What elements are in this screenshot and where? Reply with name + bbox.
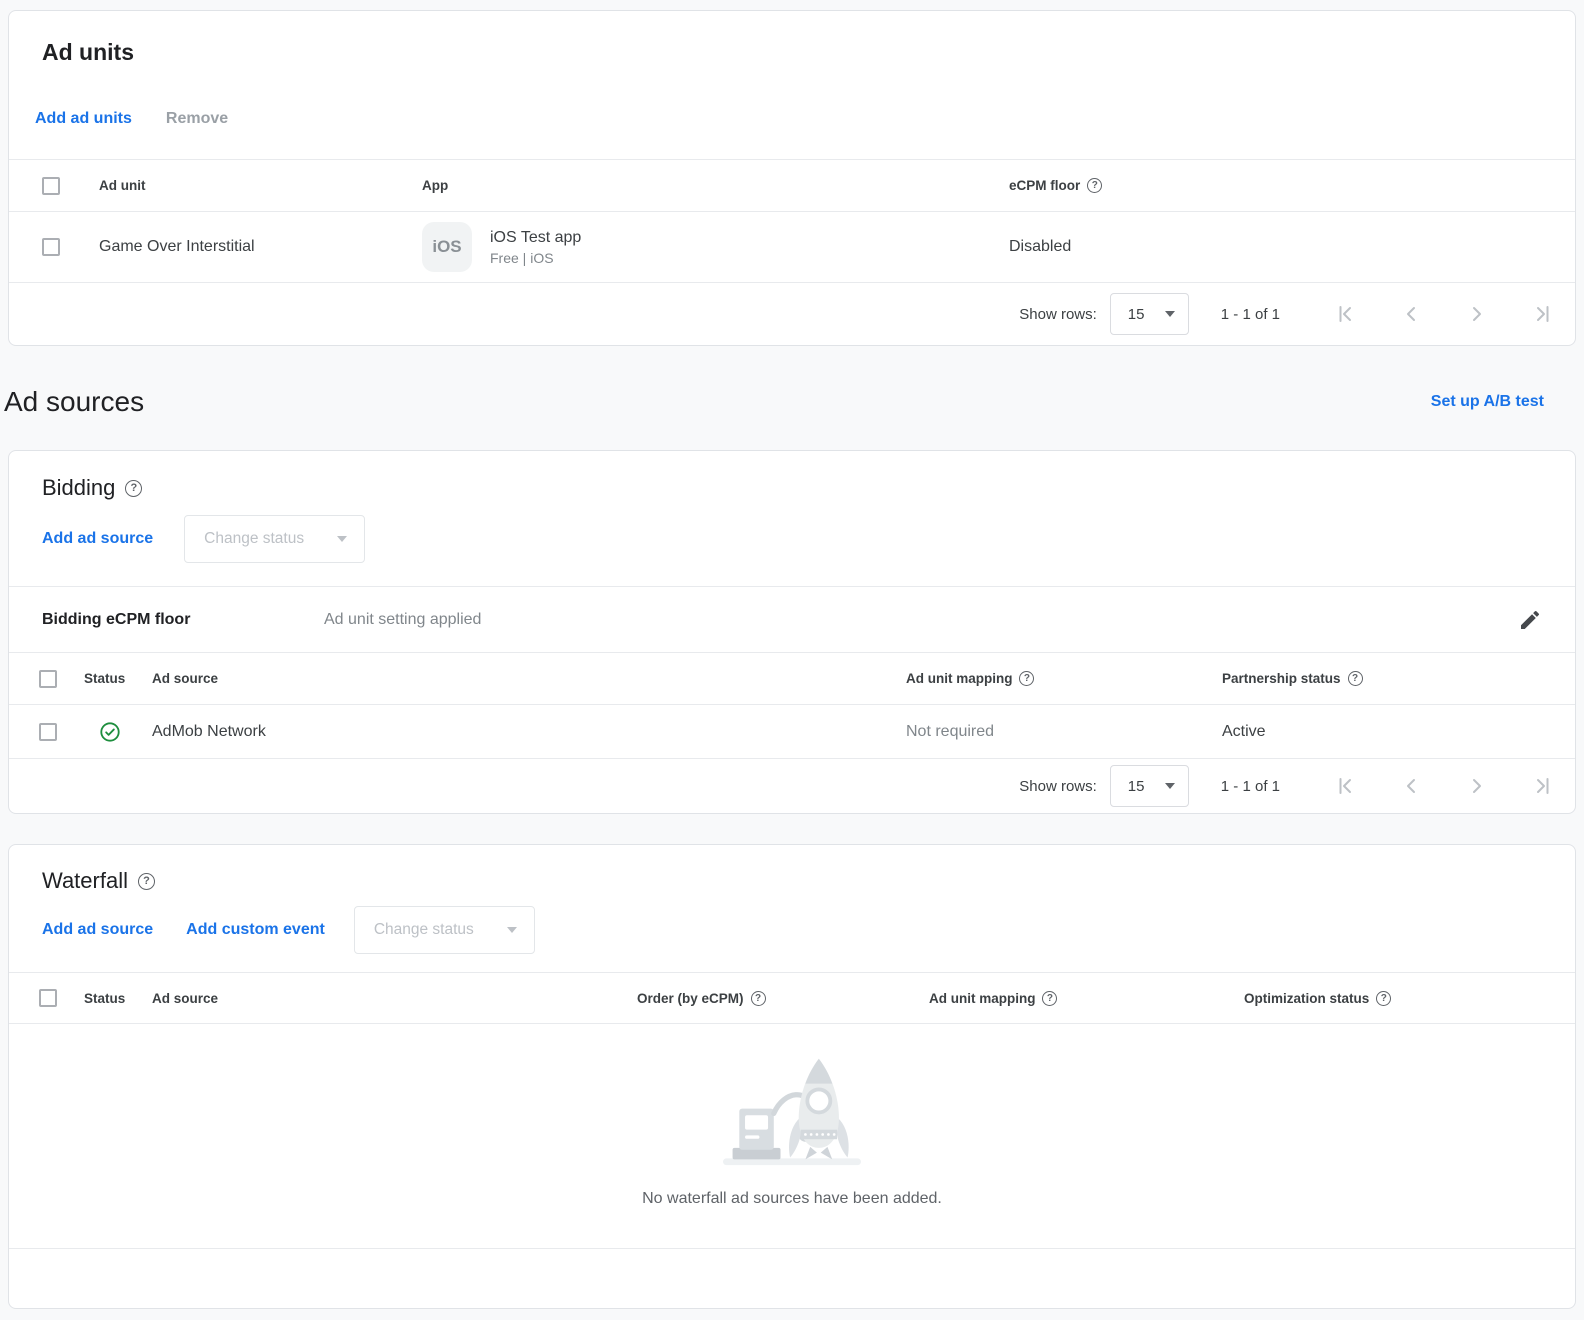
bidding-ad-unit-mapping-value: Not required xyxy=(906,723,1222,741)
col-ad-unit-mapping: Ad unit mapping xyxy=(929,991,1244,1006)
col-order-by-ecpm: Order (by eCPM) xyxy=(637,991,929,1006)
bidding-ecpm-floor-label: Bidding eCPM floor xyxy=(42,611,324,629)
bidding-ecpm-floor-row: Bidding eCPM floor Ad unit setting appli… xyxy=(9,586,1575,652)
bidding-ecpm-floor-value: Ad unit setting applied xyxy=(324,611,1518,629)
select-caret-icon xyxy=(1165,783,1175,789)
waterfall-help-icon[interactable] xyxy=(138,873,155,890)
app-name: iOS Test app xyxy=(490,229,581,247)
bidding-add-ad-source-button[interactable]: Add ad source xyxy=(42,530,153,548)
bidding-actions: Add ad source Change status xyxy=(9,515,1575,563)
order-help-icon[interactable] xyxy=(751,991,766,1006)
first-page-icon[interactable] xyxy=(1333,302,1357,326)
waterfall-table-header: Status Ad source Order (by eCPM) Ad unit… xyxy=(9,972,1575,1023)
optimization-status-help-icon[interactable] xyxy=(1376,991,1391,1006)
select-all-checkbox[interactable] xyxy=(42,177,60,195)
ad-units-actions: Add ad units Remove xyxy=(9,105,1575,133)
ad-units-pagination: Show rows: 15 1 - 1 of 1 xyxy=(9,282,1575,345)
waterfall-card: Waterfall Add ad source Add custom event… xyxy=(8,844,1576,1309)
ecpm-floor-value: Disabled xyxy=(1009,238,1575,256)
previous-page-icon[interactable] xyxy=(1399,774,1423,798)
ad-units-title: Ad units xyxy=(9,11,1575,66)
app-meta: Free | iOS xyxy=(490,250,581,266)
bidding-row-checkbox[interactable] xyxy=(39,723,57,741)
bidding-table-header: Status Ad source Ad unit mapping Partner… xyxy=(9,652,1575,704)
waterfall-title: Waterfall xyxy=(9,845,1575,895)
col-status: Status xyxy=(84,991,152,1006)
remove-button[interactable]: Remove xyxy=(166,110,228,128)
waterfall-empty-state: No waterfall ad sources have been added. xyxy=(9,1023,1575,1248)
col-ad-unit: Ad unit xyxy=(99,178,422,193)
ios-app-icon: iOS xyxy=(422,222,472,272)
last-page-icon[interactable] xyxy=(1531,302,1555,326)
chevron-down-icon xyxy=(337,536,347,542)
ecpm-floor-help-icon[interactable] xyxy=(1087,178,1102,193)
last-page-icon[interactable] xyxy=(1531,774,1555,798)
bidding-ad-source-name[interactable]: AdMob Network xyxy=(152,723,906,741)
ad-units-table-header: Ad unit App eCPM floor xyxy=(9,159,1575,211)
ad-units-card: Ad units Add ad units Remove Ad unit App… xyxy=(8,10,1576,346)
next-page-icon[interactable] xyxy=(1465,774,1489,798)
waterfall-select-all-checkbox[interactable] xyxy=(39,989,57,1007)
partnership-status-help-icon[interactable] xyxy=(1348,671,1363,686)
row-checkbox[interactable] xyxy=(42,238,60,256)
waterfall-footer xyxy=(9,1248,1575,1308)
ad-unit-mapping-help-icon[interactable] xyxy=(1019,671,1034,686)
app-cell: iOS iOS Test app Free | iOS xyxy=(422,222,1009,272)
add-custom-event-button[interactable]: Add custom event xyxy=(186,921,325,939)
show-rows-label: Show rows: xyxy=(1019,778,1097,795)
previous-page-icon[interactable] xyxy=(1399,302,1423,326)
col-ad-source: Ad source xyxy=(152,991,637,1006)
next-page-icon[interactable] xyxy=(1465,302,1489,326)
bidding-pagination: Show rows: 15 1 - 1 of 1 xyxy=(9,758,1575,813)
col-status: Status xyxy=(84,671,152,686)
ad-unit-name[interactable]: Game Over Interstitial xyxy=(99,238,422,256)
ad-sources-title: Ad sources xyxy=(4,386,144,418)
waterfall-empty-message: No waterfall ad sources have been added. xyxy=(642,1190,942,1208)
add-ad-units-button[interactable]: Add ad units xyxy=(35,110,132,128)
bidding-title: Bidding xyxy=(9,451,1575,502)
ad-unit-row: Game Over Interstitial iOS iOS Test app … xyxy=(9,211,1575,282)
rows-per-page-select[interactable]: 15 xyxy=(1110,765,1189,807)
bidding-select-all-checkbox[interactable] xyxy=(39,670,57,688)
col-ad-source: Ad source xyxy=(152,671,906,686)
chevron-down-icon xyxy=(507,927,517,933)
waterfall-change-status-button[interactable]: Change status xyxy=(354,906,535,954)
show-rows-label: Show rows: xyxy=(1019,306,1097,323)
edit-pencil-icon[interactable] xyxy=(1518,608,1542,632)
bidding-row: AdMob Network Not required Active xyxy=(9,704,1575,758)
col-partnership-status: Partnership status xyxy=(1222,671,1575,686)
col-optimization-status: Optimization status xyxy=(1244,991,1575,1006)
bidding-partnership-status-value: Active xyxy=(1222,723,1575,741)
first-page-icon[interactable] xyxy=(1333,774,1357,798)
ad-unit-mapping-help-icon[interactable] xyxy=(1042,991,1057,1006)
ad-sources-header: Ad sources Set up A/B test xyxy=(0,384,1584,420)
rows-per-page-select[interactable]: 15 xyxy=(1110,293,1189,335)
bidding-change-status-button[interactable]: Change status xyxy=(184,515,365,563)
col-ad-unit-mapping: Ad unit mapping xyxy=(906,671,1222,686)
rocket-fueling-illustration xyxy=(717,1053,867,1173)
col-app: App xyxy=(422,178,1009,193)
pagination-range: 1 - 1 of 1 xyxy=(1221,306,1280,323)
waterfall-actions: Add ad source Add custom event Change st… xyxy=(9,906,1575,954)
setup-ab-test-link[interactable]: Set up A/B test xyxy=(1431,393,1544,411)
select-caret-icon xyxy=(1165,311,1175,317)
bidding-help-icon[interactable] xyxy=(125,480,142,497)
col-ecpm-floor: eCPM floor xyxy=(1009,178,1575,193)
pagination-range: 1 - 1 of 1 xyxy=(1221,778,1280,795)
bidding-card: Bidding Add ad source Change status Bidd… xyxy=(8,450,1576,814)
waterfall-add-ad-source-button[interactable]: Add ad source xyxy=(42,921,153,939)
active-status-icon xyxy=(99,721,121,743)
